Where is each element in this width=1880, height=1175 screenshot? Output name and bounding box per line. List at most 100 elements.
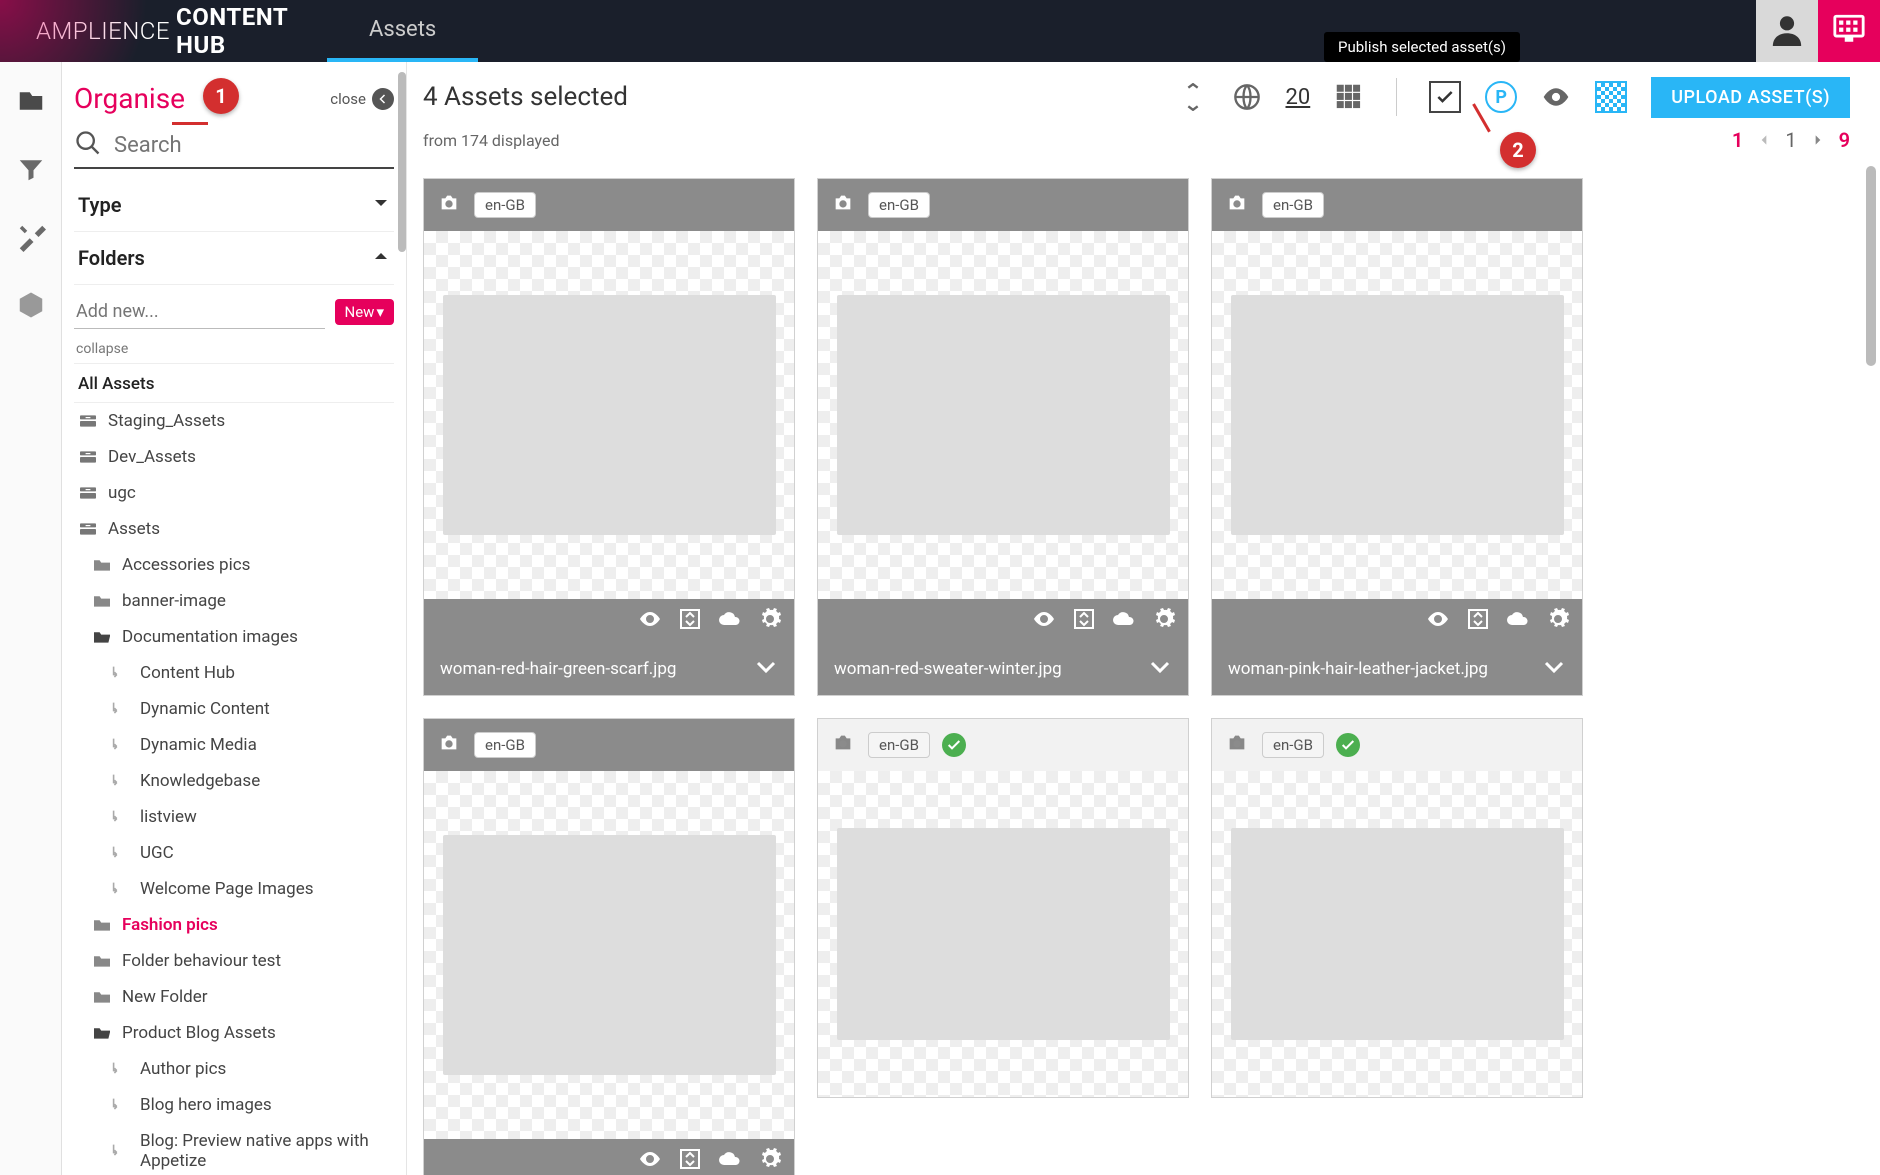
asset-card[interactable]: en-GB <box>1211 718 1583 1098</box>
folder-item[interactable]: banner-image <box>74 583 394 619</box>
cloud-icon[interactable] <box>1506 607 1530 635</box>
transform-icon[interactable] <box>678 607 702 635</box>
brand-logo[interactable]: AMPLIENCE CONTENT HUB <box>0 0 327 62</box>
folder-item[interactable]: Dynamic Content <box>74 691 394 727</box>
folder-item[interactable]: UGC <box>74 835 394 871</box>
type-section-toggle[interactable]: Type <box>74 179 394 232</box>
filter-rail-icon[interactable] <box>16 154 46 188</box>
preview-icon[interactable] <box>1032 607 1056 635</box>
package-rail-icon[interactable] <box>16 290 46 324</box>
sort-toggle[interactable] <box>1178 82 1208 112</box>
card-thumbnail[interactable] <box>424 231 794 599</box>
transparency-toggle[interactable] <box>1595 81 1627 113</box>
transform-icon[interactable] <box>1072 607 1096 635</box>
folder-label: Blog hero images <box>140 1095 272 1115</box>
pager-page[interactable]: 1 <box>1785 128 1796 152</box>
folder-item[interactable]: Accessories pics <box>74 547 394 583</box>
drawer-icon <box>78 521 98 537</box>
asset-card[interactable]: en-GB <box>817 718 1189 1098</box>
grid-view-button[interactable] <box>1334 82 1364 112</box>
asset-card[interactable]: en-GB woman-red-hair-green-scarf.jpg <box>423 178 795 696</box>
select-all-button[interactable] <box>1429 81 1461 113</box>
locale-chip[interactable]: en-GB <box>474 192 536 218</box>
sidebar-scrollbar[interactable] <box>398 72 406 252</box>
folder-item[interactable]: New Folder <box>74 979 394 1015</box>
main-scrollbar[interactable] <box>1866 166 1876 366</box>
folder-item[interactable]: Content Hub <box>74 655 394 691</box>
search-icon <box>74 129 114 161</box>
tools-rail-icon[interactable] <box>16 222 46 256</box>
preview-icon[interactable] <box>1426 607 1450 635</box>
cloud-icon[interactable] <box>718 607 742 635</box>
preview-button[interactable] <box>1541 82 1571 112</box>
upload-button[interactable]: UPLOAD ASSET(S) <box>1651 77 1850 118</box>
locale-chip[interactable]: en-GB <box>868 732 930 758</box>
folder-item[interactable]: Assets <box>74 511 394 547</box>
card-thumbnail[interactable] <box>424 771 794 1139</box>
cloud-icon[interactable] <box>1112 607 1136 635</box>
folder-item[interactable]: listview <box>74 799 394 835</box>
preview-icon[interactable] <box>638 607 662 635</box>
folder-item[interactable]: Documentation images <box>74 619 394 655</box>
transform-icon[interactable] <box>1466 607 1490 635</box>
preview-icon[interactable] <box>638 1147 662 1175</box>
card-thumbnail[interactable] <box>818 231 1188 599</box>
gear-icon[interactable] <box>758 1147 782 1175</box>
pager-next-icon[interactable] <box>1811 128 1825 152</box>
pager-last[interactable]: 9 <box>1839 128 1850 152</box>
pager-current[interactable]: 1 <box>1732 128 1743 152</box>
folder-item[interactable]: Blog: Preview native apps with Appetize <box>74 1123 394 1175</box>
folder-item[interactable]: ugc <box>74 475 394 511</box>
folder-item[interactable]: Product Blog Assets <box>74 1015 394 1051</box>
publish-button[interactable]: P <box>1485 81 1517 113</box>
gear-icon[interactable] <box>758 607 782 635</box>
card-thumbnail[interactable] <box>818 771 1188 1097</box>
folder-item[interactable]: Blog hero images <box>74 1087 394 1123</box>
gear-icon[interactable] <box>1152 607 1176 635</box>
sidebar-search[interactable] <box>74 129 394 169</box>
folder-item[interactable]: Author pics <box>74 1051 394 1087</box>
tab-assets[interactable]: Assets <box>327 0 478 62</box>
folders-section-toggle[interactable]: Folders <box>74 232 394 285</box>
card-thumbnail[interactable] <box>1212 231 1582 599</box>
annotation-1-line <box>172 122 208 125</box>
asset-card[interactable]: en-GBwoman-red-sweater-winter.jpg <box>817 178 1189 696</box>
folder-item[interactable]: Dynamic Media <box>74 727 394 763</box>
transform-icon[interactable] <box>678 1147 702 1175</box>
cloud-icon[interactable] <box>718 1147 742 1175</box>
folder-item[interactable]: Dev_Assets <box>74 439 394 475</box>
chevron-down-icon[interactable] <box>1542 655 1566 684</box>
pager-prev-icon[interactable] <box>1757 128 1771 152</box>
folder-label: Blog: Preview native apps with Appetize <box>140 1131 390 1171</box>
asset-filename: woman-red-hair-green-scarf.jpg <box>440 659 676 679</box>
sidebar-close-button[interactable]: close <box>330 88 394 110</box>
all-assets-item[interactable]: All Assets <box>74 366 394 403</box>
locale-chip[interactable]: en-GB <box>868 192 930 218</box>
page-size[interactable]: 20 <box>1286 85 1311 110</box>
new-folder-button[interactable]: New ▾ <box>335 299 394 325</box>
card-actions <box>424 1139 794 1175</box>
asset-card[interactable]: en-GB <box>423 718 795 1175</box>
folder-item[interactable]: Welcome Page Images <box>74 871 394 907</box>
app-switcher-button[interactable] <box>1818 0 1880 62</box>
folder-item[interactable]: Knowledgebase <box>74 763 394 799</box>
locale-chip[interactable]: en-GB <box>1262 192 1324 218</box>
folder-icon <box>92 953 112 969</box>
collapse-link[interactable]: collapse <box>74 335 394 364</box>
asset-card[interactable]: en-GBwoman-pink-hair-leather-jacket.jpg <box>1211 178 1583 696</box>
organise-rail-icon[interactable] <box>16 86 46 120</box>
folder-item[interactable]: Folder behaviour test <box>74 943 394 979</box>
chevron-down-icon[interactable] <box>1148 655 1172 684</box>
chevron-down-icon[interactable] <box>754 655 778 684</box>
card-thumbnail[interactable] <box>1212 771 1582 1097</box>
folder-item[interactable]: Fashion pics <box>74 907 394 943</box>
locale-button[interactable] <box>1232 82 1262 112</box>
drawer-icon <box>78 485 98 501</box>
search-input[interactable] <box>114 133 394 158</box>
folder-item[interactable]: Staging_Assets <box>74 403 394 439</box>
add-folder-input[interactable] <box>74 295 325 329</box>
gear-icon[interactable] <box>1546 607 1570 635</box>
user-menu-button[interactable] <box>1756 0 1818 62</box>
locale-chip[interactable]: en-GB <box>474 732 536 758</box>
locale-chip[interactable]: en-GB <box>1262 732 1324 758</box>
